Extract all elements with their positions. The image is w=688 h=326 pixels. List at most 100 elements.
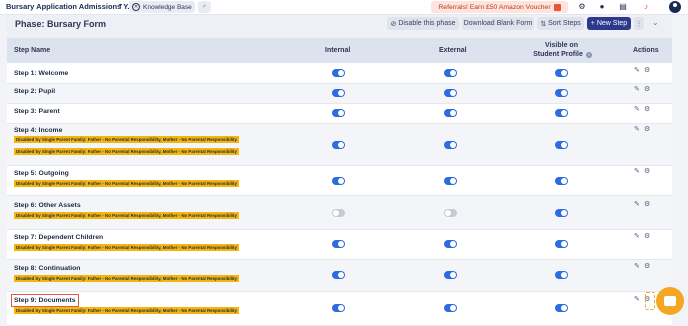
gift-icon <box>553 3 561 11</box>
edit-icon[interactable]: ✎ <box>634 232 640 240</box>
download-label: Download Blank Form <box>463 20 533 27</box>
step-name: Step 1: Welcome <box>14 70 69 77</box>
gear-icon[interactable]: ⚙ <box>644 85 650 93</box>
sort-steps-button[interactable]: ⇅ Sort Steps <box>537 17 584 30</box>
disabled-badge: Disabled by Single Parent Family: Father… <box>14 136 239 143</box>
visible-toggle[interactable] <box>555 209 568 217</box>
step-name: Step 7: Dependent Children <box>14 234 104 241</box>
step-name: Step 3: Parent <box>14 108 60 115</box>
visible-toggle[interactable] <box>555 109 568 117</box>
external-toggle[interactable] <box>444 69 457 77</box>
bell-icon[interactable]: ♪ <box>641 2 651 12</box>
external-toggle[interactable] <box>444 177 457 185</box>
search-icon[interactable]: ⌕ <box>198 1 211 13</box>
apps-icon[interactable]: ⚙ <box>577 2 587 12</box>
knowledge-base-label: Knowledge Base <box>143 3 192 11</box>
gear-icon[interactable]: ⚙ <box>644 105 650 113</box>
internal-toggle[interactable] <box>332 141 345 149</box>
chevron-down-icon[interactable]: ⌄ <box>652 18 659 27</box>
col-actions: Actions <box>633 47 659 54</box>
external-toggle[interactable] <box>444 240 457 248</box>
edit-icon[interactable]: ✎ <box>634 66 640 74</box>
visible-toggle[interactable] <box>555 177 568 185</box>
external-toggle[interactable] <box>444 141 457 149</box>
external-toggle[interactable] <box>444 89 457 97</box>
visible-toggle[interactable] <box>555 89 568 97</box>
knowledge-base-button[interactable]: ✕ Knowledge Base <box>129 1 195 13</box>
gear-icon[interactable]: ⚙ <box>644 200 650 208</box>
visible-toggle[interactable] <box>555 240 568 248</box>
table-header: Step Name Internal External Visible on S… <box>7 38 672 63</box>
edit-icon[interactable]: ✎ <box>634 125 640 133</box>
disabled-badge: Disabled by Single Parent Family: Father… <box>14 212 239 219</box>
gear-icon[interactable]: ⚙ <box>644 167 650 175</box>
new-step-label: + New Step <box>590 20 628 27</box>
visible-toggle[interactable] <box>555 69 568 77</box>
external-toggle[interactable] <box>444 109 457 117</box>
disabled-badge: Disabled by Single Parent Family: Father… <box>14 275 239 282</box>
step-name: Step 9: Documents <box>11 294 79 307</box>
col-external: External <box>439 47 467 54</box>
phase-header: Phase: Bursary Form ⊘ Disable this phase… <box>7 15 672 38</box>
disable-icon: ⊘ <box>390 20 397 28</box>
avatar[interactable] <box>669 1 681 13</box>
internal-toggle[interactable] <box>332 304 345 312</box>
table-row: Step 2: Pupil ✎ ⚙ <box>7 84 672 104</box>
edit-icon[interactable]: ✎ <box>634 262 640 270</box>
phase-title: Phase: Bursary Form <box>15 19 107 29</box>
col-visible-line1: Visible on <box>545 42 578 49</box>
sort-steps-label: Sort Steps <box>548 20 581 27</box>
step-name: Step 4: Income <box>14 127 63 134</box>
referral-banner[interactable]: Referrals! Earn £50 Amazon Voucher <box>431 1 568 13</box>
new-step-button[interactable]: + New Step <box>587 17 631 30</box>
internal-toggle[interactable] <box>332 109 345 117</box>
edit-icon[interactable]: ✎ <box>634 200 640 208</box>
more-options-button[interactable]: ⋮ <box>634 17 644 30</box>
table-row: Step 7: Dependent Children Disabled by S… <box>7 230 672 260</box>
document-icon[interactable]: ▤ <box>618 2 628 12</box>
external-toggle[interactable] <box>444 271 457 279</box>
steps-table: Step Name Internal External Visible on S… <box>7 38 672 326</box>
chevron-down-icon[interactable]: ▾ <box>119 2 122 9</box>
internal-toggle[interactable] <box>332 69 345 77</box>
edit-icon[interactable]: ✎ <box>634 85 640 93</box>
external-toggle[interactable] <box>444 304 457 312</box>
col-visible-line2: Student Profile <box>533 51 583 58</box>
info-icon[interactable]: i <box>586 52 592 58</box>
download-blank-form-button[interactable]: Download Blank Form <box>462 17 534 30</box>
step-name: Step 6: Other Assets <box>14 202 81 209</box>
edit-icon[interactable]: ✎ <box>634 167 640 175</box>
internal-toggle[interactable] <box>332 209 345 217</box>
knowledge-base-icon: ✕ <box>132 3 140 11</box>
gear-icon[interactable]: ⚙ <box>644 125 650 133</box>
table-row: Step 8: Continuation Disabled by Single … <box>7 260 672 292</box>
gear-icon[interactable]: ⚙ <box>644 262 650 270</box>
external-toggle[interactable] <box>444 209 457 217</box>
table-row: Step 9: Documents Disabled by Single Par… <box>7 292 672 326</box>
internal-toggle[interactable] <box>332 271 345 279</box>
step-name: Step 5: Outgoing <box>14 170 69 177</box>
internal-toggle[interactable] <box>332 177 345 185</box>
disabled-badge: Disabled by Single Parent Family: Father… <box>14 244 239 251</box>
app-title[interactable]: Bursary Application Admissions Y... <box>6 2 134 11</box>
col-internal: Internal <box>325 47 351 54</box>
gear-icon[interactable]: ⚙ <box>644 232 650 240</box>
chat-icon[interactable] <box>656 287 684 315</box>
edit-icon[interactable]: ✎ <box>634 105 640 113</box>
table-row: Step 3: Parent ✎ ⚙ <box>7 104 672 124</box>
table-row: Step 1: Welcome ✎ ⚙ <box>7 63 672 84</box>
disabled-badge: Disabled by Single Parent Family: Father… <box>14 180 239 187</box>
visible-toggle[interactable] <box>555 141 568 149</box>
disable-phase-button[interactable]: ⊘ Disable this phase <box>387 17 459 30</box>
visible-toggle[interactable] <box>555 304 568 312</box>
drag-handle[interactable] <box>645 292 655 310</box>
visible-toggle[interactable] <box>555 271 568 279</box>
edit-icon[interactable]: ✎ <box>634 295 640 303</box>
internal-toggle[interactable] <box>332 240 345 248</box>
gear-icon[interactable]: ⚙ <box>644 66 650 74</box>
step-name: Step 2: Pupil <box>14 88 56 95</box>
lightbulb-icon[interactable]: ● <box>597 2 607 12</box>
disabled-badge: Disabled by Single Parent Family: Father… <box>14 148 239 155</box>
table-row: Step 4: Income Disabled by Single Parent… <box>7 124 672 166</box>
internal-toggle[interactable] <box>332 89 345 97</box>
